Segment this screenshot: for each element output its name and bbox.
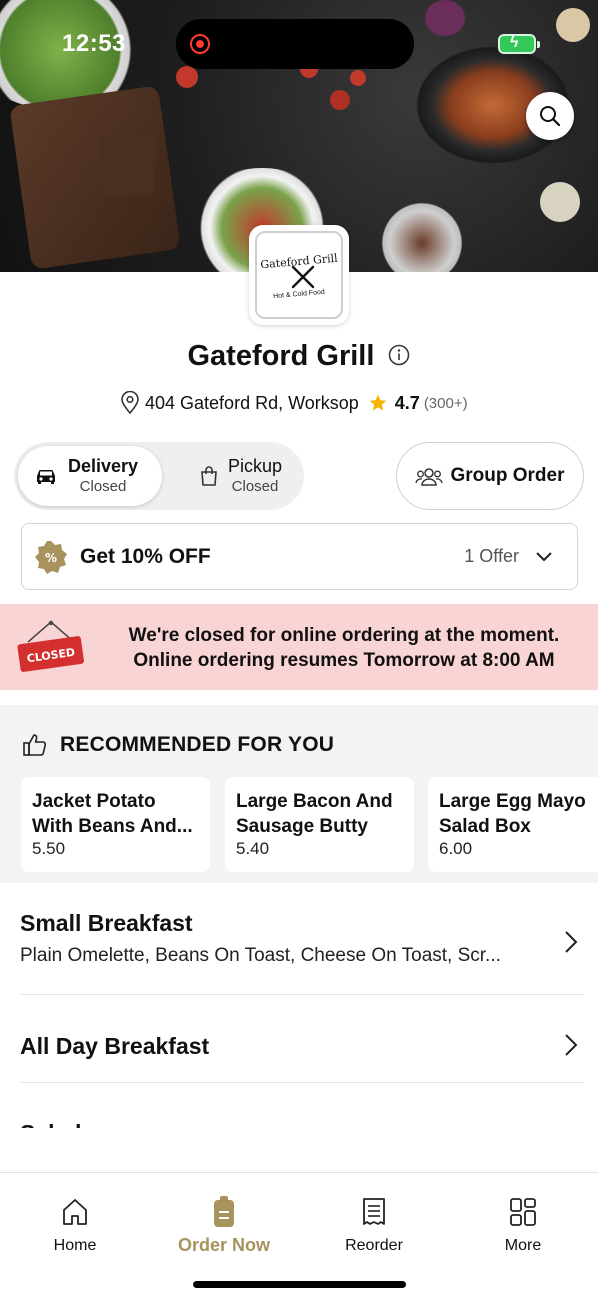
utensils-icon bbox=[291, 265, 315, 289]
location-pin-icon bbox=[121, 391, 139, 415]
delivery-option[interactable]: Delivery Closed bbox=[18, 446, 162, 506]
recommended-item-card[interactable]: Jacket Potato With Beans And... 5.50 bbox=[21, 777, 210, 872]
recommended-item-price: 6.00 bbox=[439, 839, 473, 858]
chevron-right-icon bbox=[565, 931, 578, 953]
pickup-option[interactable]: Pickup Closed bbox=[160, 446, 304, 506]
chevron-down-icon bbox=[536, 552, 552, 562]
closed-notice-banner: CLOSED We're closed for online ordering … bbox=[0, 604, 598, 690]
recording-indicator-icon bbox=[190, 34, 210, 54]
receipt-icon bbox=[363, 1198, 385, 1225]
star-icon bbox=[369, 394, 387, 411]
order-mode-toggle: Delivery Closed Pickup Closed bbox=[14, 442, 304, 510]
discount-badge-icon: % bbox=[35, 540, 67, 574]
offer-count: 1 Offer bbox=[464, 546, 519, 566]
delivery-label: Delivery bbox=[68, 456, 139, 477]
status-time: 12:53 bbox=[62, 30, 126, 57]
search-button[interactable] bbox=[526, 92, 574, 140]
group-icon bbox=[415, 468, 444, 486]
recommended-item-card[interactable]: Large Egg Mayo Salad Box 6.00 bbox=[428, 777, 598, 872]
pickup-status: Closed bbox=[231, 477, 279, 495]
rating-value: 4.7 bbox=[394, 392, 420, 413]
closed-message-line1: We're closed for online ordering at the … bbox=[128, 625, 560, 646]
bag-icon bbox=[201, 466, 217, 486]
home-indicator bbox=[193, 1281, 406, 1288]
group-order-button[interactable]: Group Order bbox=[396, 442, 584, 510]
recommended-item-name: Jacket Potato With Beans And... bbox=[32, 791, 193, 837]
nav-label: Order Now bbox=[177, 1235, 270, 1255]
car-icon bbox=[37, 470, 55, 484]
thumbs-up-icon bbox=[23, 734, 47, 756]
category-row-partial[interactable]: Salads bbox=[20, 1118, 320, 1128]
nav-more[interactable]: More bbox=[463, 1195, 583, 1255]
svg-text:%: % bbox=[45, 551, 57, 565]
recommended-item-name: Large Egg Mayo Salad Box bbox=[439, 791, 586, 837]
search-icon bbox=[540, 106, 561, 127]
nav-label: Home bbox=[53, 1237, 97, 1254]
category-description: Plain Omelette, Beans On Toast, Cheese O… bbox=[20, 945, 501, 966]
offer-bar[interactable]: % Get 10% OFF 1 Offer bbox=[21, 523, 578, 590]
category-row-small-breakfast[interactable]: Small Breakfast Plain Omelette, Beans On… bbox=[20, 910, 584, 995]
order-icon bbox=[214, 1196, 234, 1227]
info-icon[interactable] bbox=[388, 344, 410, 366]
restaurant-address: 404 Gateford Rd, Worksop bbox=[145, 392, 359, 413]
offer-title: Get 10% OFF bbox=[80, 544, 211, 568]
nav-order-now[interactable]: Order Now bbox=[164, 1195, 284, 1256]
recommended-item-price: 5.40 bbox=[236, 839, 270, 858]
restaurant-name: Gateford Grill bbox=[187, 340, 375, 372]
closed-message-line2: Online ordering resumes Tomorrow at 8:00… bbox=[133, 650, 555, 671]
restaurant-name-row: Gateford Grill bbox=[0, 340, 598, 373]
rating-count: (300+) bbox=[423, 394, 468, 412]
grid-icon bbox=[510, 1198, 536, 1226]
category-title: Small Breakfast bbox=[20, 910, 193, 936]
nav-home[interactable]: Home bbox=[15, 1195, 135, 1255]
recommended-item-price: 5.50 bbox=[32, 839, 66, 858]
logo-subtitle: Hot & Cold Food bbox=[272, 288, 326, 301]
home-icon bbox=[63, 1199, 87, 1225]
battery-icon: ϟ bbox=[498, 34, 540, 54]
recommended-section: RECOMMENDED FOR YOU Jacket Potato With B… bbox=[0, 705, 598, 883]
chevron-right-icon bbox=[565, 1034, 578, 1056]
nav-reorder[interactable]: Reorder bbox=[314, 1195, 434, 1255]
recommended-item-card[interactable]: Large Bacon And Sausage Butty 5.40 bbox=[225, 777, 414, 872]
nav-label: More bbox=[504, 1237, 542, 1254]
closed-sign-icon: CLOSED bbox=[17, 620, 84, 672]
dynamic-island bbox=[176, 19, 414, 69]
recommended-heading-row: RECOMMENDED FOR YOU bbox=[22, 733, 334, 757]
nav-label: Reorder bbox=[345, 1237, 403, 1254]
category-row-all-day-breakfast[interactable]: All Day Breakfast bbox=[20, 1033, 584, 1083]
delivery-status: Closed bbox=[79, 477, 127, 495]
recommended-heading: RECOMMENDED FOR YOU bbox=[60, 733, 335, 756]
restaurant-logo: Gateford Grill Hot & Cold Food bbox=[249, 225, 349, 325]
group-order-label: Group Order bbox=[450, 465, 565, 486]
category-title: All Day Breakfast bbox=[20, 1033, 210, 1059]
category-title: Salads bbox=[20, 1120, 94, 1128]
address-rating-row: 404 Gateford Rd, Worksop 4.7 (300+) bbox=[120, 391, 468, 415]
recommended-item-name: Large Bacon And Sausage Butty bbox=[236, 791, 393, 837]
pickup-label: Pickup bbox=[228, 456, 283, 477]
